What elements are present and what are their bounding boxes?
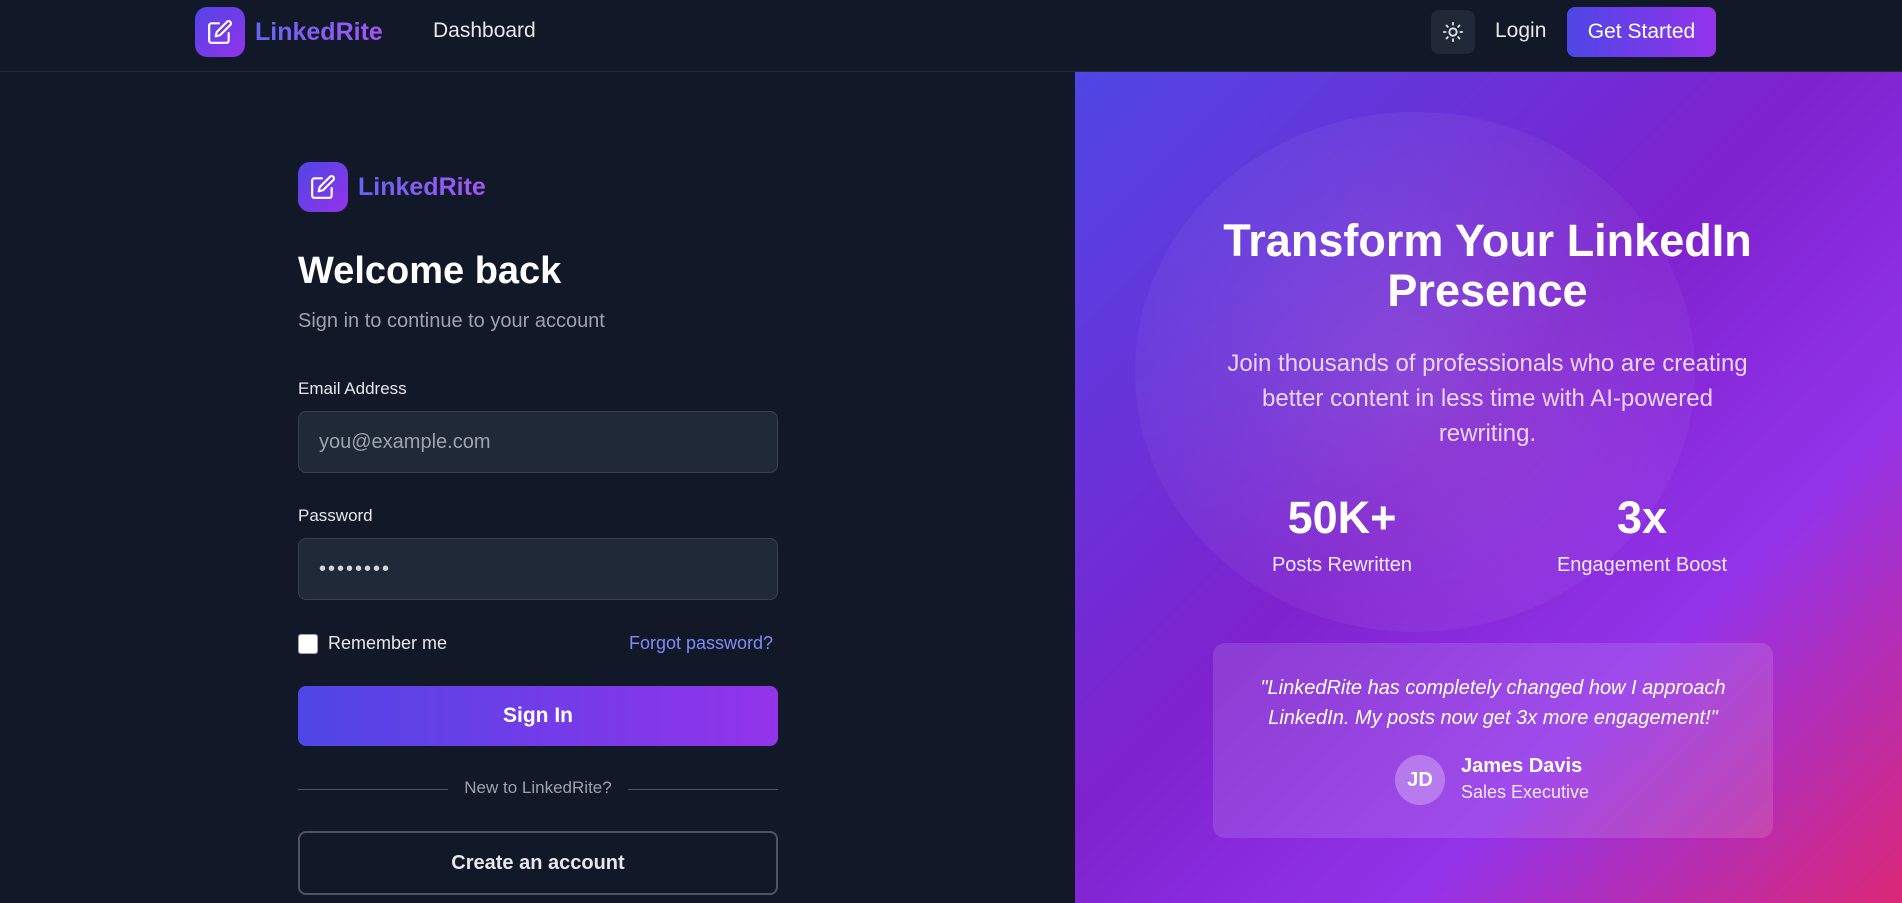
brand-logo-link[interactable]: LinkedRite xyxy=(195,7,383,57)
stat-label: Engagement Boost xyxy=(1556,554,1728,576)
avatar: JD xyxy=(1395,755,1445,805)
stat-engagement-boost: 3x Engagement Boost xyxy=(1532,492,1752,577)
stat-label: Posts Rewritten xyxy=(1271,554,1413,576)
create-account-button[interactable]: Create an account xyxy=(298,831,778,895)
edit-icon xyxy=(195,7,245,57)
form-brand-name: LinkedRite xyxy=(358,172,486,201)
sign-in-button[interactable]: Sign In xyxy=(298,686,778,746)
nav-dashboard-link[interactable]: Dashboard xyxy=(433,19,536,43)
author-role: Sales Executive xyxy=(1461,782,1590,802)
promo-panel: Transform Your LinkedIn Presence Join th… xyxy=(1075,72,1902,903)
password-label: Password xyxy=(298,506,373,525)
email-field[interactable] xyxy=(298,411,778,473)
password-field[interactable]: •••••••• xyxy=(298,538,778,600)
testimonial-author: James Davis Sales Executive xyxy=(1461,755,1589,803)
remember-me-label: Remember me xyxy=(328,633,448,653)
divider-text: New to LinkedRite? xyxy=(464,778,612,797)
form-brand: LinkedRite xyxy=(298,162,486,212)
promo-title: Transform Your LinkedIn Presence xyxy=(1223,215,1752,316)
remember-me[interactable]: Remember me xyxy=(298,633,447,654)
promo-subtitle: Join thousands of professionals who are … xyxy=(1227,350,1748,447)
stat-posts-rewritten: 50K+ Posts Rewritten xyxy=(1232,492,1452,577)
testimonial-card: "LinkedRite has completely changed how I… xyxy=(1213,643,1773,838)
top-navbar: LinkedRite Dashboard Login Get Started xyxy=(0,0,1902,72)
divider: New to LinkedRite? xyxy=(298,778,778,800)
sun-icon xyxy=(1442,21,1464,43)
stat-value: 50K+ xyxy=(1287,492,1397,543)
remember-me-checkbox[interactable] xyxy=(298,633,318,654)
author-name: James Davis xyxy=(1461,755,1583,777)
nav-login-link[interactable]: Login xyxy=(1495,19,1546,43)
divider-line-right xyxy=(628,789,778,790)
brand-name: LinkedRite xyxy=(255,17,383,46)
forgot-password-link[interactable]: Forgot password? xyxy=(629,633,773,654)
edit-icon xyxy=(298,162,348,212)
page-title: Welcome back xyxy=(298,250,562,292)
page-subtitle: Sign in to continue to your account xyxy=(298,310,605,332)
theme-toggle-button[interactable] xyxy=(1431,10,1475,54)
email-label: Email Address xyxy=(298,379,407,398)
get-started-button[interactable]: Get Started xyxy=(1567,7,1716,57)
testimonial-quote: "LinkedRite has completely changed how I… xyxy=(1260,677,1726,729)
stat-value: 3x xyxy=(1616,492,1668,543)
